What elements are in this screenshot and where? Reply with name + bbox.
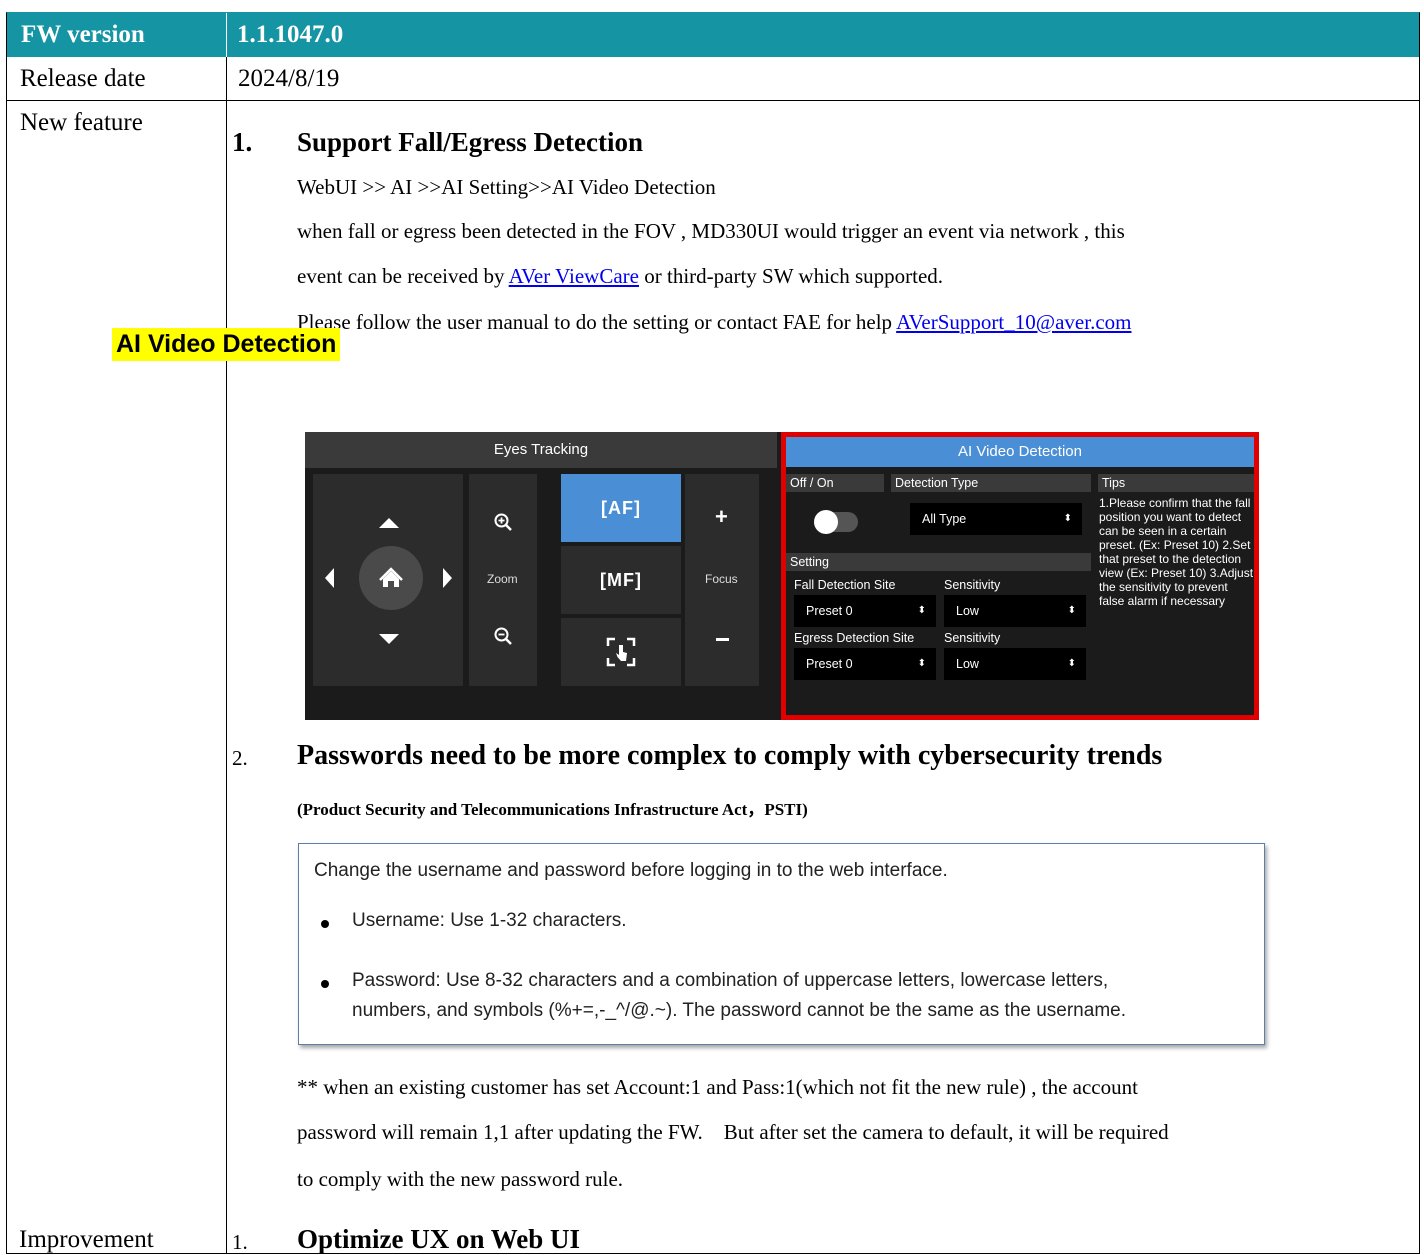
password-rules-box: Change the username and password before …: [298, 843, 1265, 1045]
touch-focus-icon: [606, 637, 636, 667]
support-email-link[interactable]: AVerSupport_10@aver.com: [896, 310, 1131, 334]
release-date-label: Release date: [20, 65, 146, 92]
item1-line2: event can be received by AVer ViewCare o…: [297, 264, 944, 288]
fall-site-label: Fall Detection Site: [794, 578, 896, 592]
bullet-dot: [321, 920, 329, 928]
home-button[interactable]: [359, 546, 423, 610]
eyes-tracking-header: Eyes Tracking: [305, 432, 777, 468]
aver-viewcare-link[interactable]: AVer ViewCare: [509, 264, 639, 288]
note-line3: to comply with the new password rule.: [297, 1167, 624, 1191]
fall-sensitivity-select[interactable]: Low ⬍: [944, 595, 1086, 627]
home-icon: [379, 567, 403, 587]
arrow-up-icon[interactable]: [379, 518, 399, 528]
release-date-row: Release date 2024/8/19: [6, 57, 1420, 101]
header-row: FW version 1.1.1047.0: [6, 12, 1420, 57]
af-button[interactable]: [AF]: [561, 474, 681, 542]
item1-number: 1.: [232, 127, 253, 157]
mf-button[interactable]: [MF]: [561, 546, 681, 614]
setting-label: Setting: [786, 553, 1091, 571]
focus-minus-button[interactable]: [716, 638, 729, 641]
off-on-label: Off / On: [786, 474, 884, 492]
item1-title: Support Fall/Egress Detection: [297, 127, 643, 157]
item2-title: Passwords need to be more complex to com…: [297, 740, 1163, 771]
detection-toggle[interactable]: [814, 510, 858, 534]
egress-sensitivity-label: Sensitivity: [944, 631, 1001, 645]
tips-label: Tips: [1098, 474, 1254, 492]
arrow-down-icon[interactable]: [379, 634, 399, 644]
ai-video-detection-panel: AI Video Detection Off / On Detection Ty…: [781, 432, 1259, 720]
focus-label: Focus: [705, 572, 738, 586]
ptz-dpad: [313, 474, 463, 686]
egress-site-select[interactable]: Preset 0 ⬍: [794, 648, 936, 680]
zoom-in-icon[interactable]: [493, 512, 513, 532]
focus-mode-buttons: [AF] [MF]: [561, 474, 681, 686]
arrow-right-icon[interactable]: [443, 568, 452, 588]
item2-number: 2.: [232, 746, 248, 770]
egress-site-label: Egress Detection Site: [794, 631, 915, 645]
password-rule-line1: Password: Use 8-32 characters and a comb…: [352, 970, 1109, 991]
zoom-label: Zoom: [487, 572, 518, 586]
improvement-title: Optimize UX on Web UI: [297, 1224, 581, 1254]
username-rule: Username: Use 1-32 characters.: [352, 910, 627, 931]
touch-focus-button[interactable]: [561, 618, 681, 686]
item1-line1: when fall or egress been detected in the…: [297, 219, 1125, 243]
fw-version-label: FW version: [21, 21, 145, 48]
fall-sensitivity-label: Sensitivity: [944, 578, 1001, 592]
detection-type-select[interactable]: All Type ⬍: [910, 503, 1082, 535]
tips-text: 1.Please confirm that the fall position …: [1099, 496, 1254, 608]
focus-plus-button[interactable]: +: [715, 504, 728, 530]
improvement-label: Improvement: [19, 1226, 154, 1253]
zoom-control: Zoom: [469, 474, 537, 686]
release-date-value: 2024/8/19: [238, 65, 340, 92]
item2-subtitle: (Product Security and Telecommunications…: [297, 800, 808, 819]
fw-version-value: 1.1.1047.0: [237, 21, 344, 48]
zoom-out-icon[interactable]: [493, 626, 513, 646]
bullet-dot: [321, 980, 329, 988]
fall-site-select[interactable]: Preset 0 ⬍: [794, 595, 936, 627]
ai-video-detection-highlight: AI Video Detection: [112, 328, 341, 361]
egress-sensitivity-select[interactable]: Low ⬍: [944, 648, 1086, 680]
item1-line3: Please follow the user manual to do the …: [297, 310, 1132, 334]
note-line1: ** when an existing customer has set Acc…: [297, 1075, 1138, 1099]
improvement-number: 1.: [232, 1230, 248, 1254]
camera-ui-screenshot: Eyes Tracking Zoom [AF] [MF] + Focus AI …: [305, 432, 1259, 720]
password-box-intro: Change the username and password before …: [314, 860, 948, 881]
password-rule-line2: numbers, and symbols (%+=,-_^/@.~). The …: [352, 1000, 1126, 1021]
focus-control: + Focus: [685, 474, 759, 686]
detection-type-label: Detection Type: [891, 474, 1091, 492]
arrow-left-icon[interactable]: [325, 568, 334, 588]
ai-panel-header: AI Video Detection: [786, 437, 1254, 467]
new-feature-label: New feature: [20, 109, 143, 136]
note-line2: password will remain 1,1 after updating …: [297, 1120, 1169, 1144]
item1-path: WebUI >> AI >>AI Setting>>AI Video Detec…: [297, 175, 716, 199]
